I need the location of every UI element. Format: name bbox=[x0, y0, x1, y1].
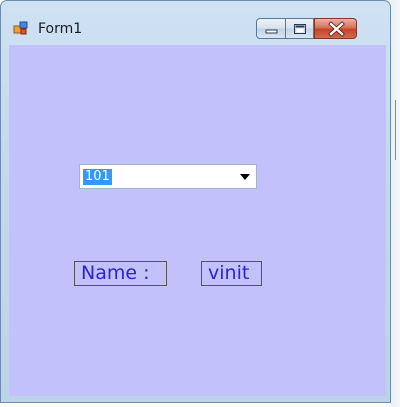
chevron-down-icon[interactable] bbox=[240, 174, 250, 180]
name-label: Name : bbox=[74, 261, 167, 286]
id-combobox[interactable]: 101 bbox=[79, 164, 257, 189]
name-value-label: vinit bbox=[201, 261, 262, 286]
combobox-selected-value: 101 bbox=[83, 169, 112, 185]
winforms-app-icon bbox=[13, 20, 29, 36]
background-window-edge bbox=[395, 100, 396, 160]
form-client-area: 101 Name : vinit bbox=[9, 45, 386, 396]
window-title: Form1 bbox=[38, 21, 83, 37]
form-window: Form1 101 Name: vinit bbox=[0, 0, 391, 403]
close-button[interactable] bbox=[314, 18, 357, 39]
minimize-icon bbox=[265, 29, 278, 34]
maximize-icon bbox=[294, 24, 306, 34]
caption-buttons bbox=[256, 18, 357, 39]
close-icon bbox=[328, 21, 345, 37]
title-bar[interactable]: Form1 bbox=[1, 1, 390, 45]
maximize-button[interactable] bbox=[286, 18, 314, 39]
background-desktop-strip bbox=[391, 0, 400, 407]
minimize-button[interactable] bbox=[256, 18, 286, 39]
